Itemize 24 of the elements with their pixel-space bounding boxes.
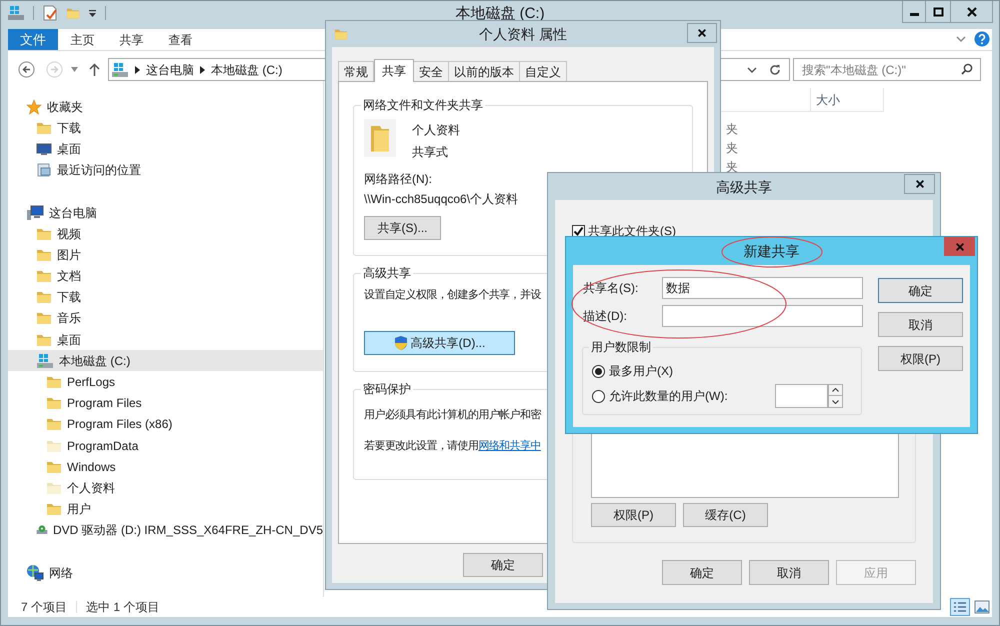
network-path: \\Win-cch85uqqco6\个人资料 (364, 191, 520, 208)
field-label: 共享名(S): (583, 280, 640, 297)
dialog-title: 新建共享 (744, 242, 800, 260)
status-text: 7 个项目 (21, 599, 68, 616)
field-label: 网络路径(N): (364, 171, 433, 188)
description-text: 设置自定义权限，创建多个共享，并设 (364, 288, 541, 303)
group-title: 用户数限制 (590, 339, 652, 356)
dialog-title: 个人资料 属性 (479, 25, 567, 43)
dialog-title: 高级共享 (716, 178, 772, 196)
table-cell-text: 夹 (726, 140, 738, 156)
share-state: 共享式 (412, 144, 449, 161)
table-cell-text: 夹 (726, 158, 738, 176)
field-label: 描述(D): (583, 308, 628, 325)
radio-label: 最多用户(X) (609, 363, 673, 380)
group-title: 密码保护 (362, 381, 412, 398)
group-title: 高级共享 (362, 265, 412, 282)
folder-name: 个人资料 (412, 122, 460, 139)
radio-label: 允许此数量的用户(W): (609, 388, 728, 405)
hint-text: 若要更改此设置，请使用 (364, 438, 478, 454)
description-text: 用户必须具有此计算机的用户帐户和密 (364, 408, 541, 423)
group-title: 网络文件和文件夹共享 (362, 97, 484, 114)
table-cell-text: 夹 (726, 120, 738, 138)
window-title: 本地磁盘 (C:) (455, 4, 545, 24)
status-text: 选中 1 个项目 (86, 599, 160, 616)
